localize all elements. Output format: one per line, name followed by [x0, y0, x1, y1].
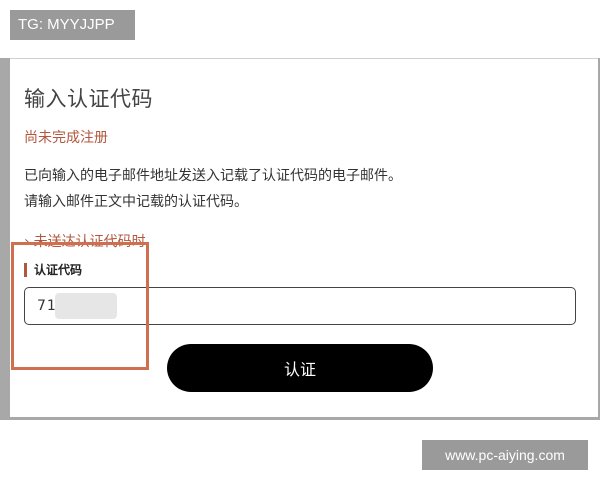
instruction-line-2: 请输入邮件正文中记载的认证代码。 [24, 194, 248, 210]
verify-button[interactable]: 认证 [167, 344, 433, 392]
highlight-box [11, 242, 149, 370]
instructions: 已向输入的电子邮件地址发送入记载了认证代码的电子邮件。 请输入邮件正文中记载的认… [24, 163, 402, 215]
watermark: www.pc-aiying.com [422, 440, 588, 470]
page-title: 输入认证代码 [24, 87, 153, 111]
instruction-line-1: 已向输入的电子邮件地址发送入记载了认证代码的电子邮件。 [24, 168, 402, 184]
top-tag: TG: MYYJJPP [10, 10, 135, 40]
registration-status: 尚未完成注册 [24, 130, 108, 146]
